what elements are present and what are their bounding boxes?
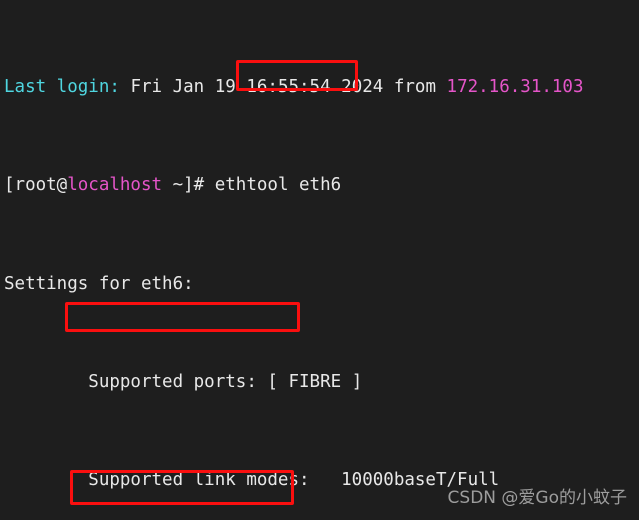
last-login-timestamp: Fri Jan 19 16:55:54 2024 from (119, 76, 447, 97)
command-ethtool: ethtool eth6 (214, 175, 342, 196)
supported-ports-value: [ FIBRE ] (267, 371, 363, 392)
last-login-ip: 172.16.31.103 (446, 76, 584, 97)
line-settings-for: Settings for eth6: (4, 273, 194, 294)
supported-ports-label: Supported ports: (4, 371, 268, 392)
prompt-bracket-close: ~]# (162, 175, 215, 196)
last-login-label: Last login: (4, 76, 120, 97)
line-last-login: Last login: Fri Jan 19 16:55:54 2024 fro… (0, 75, 639, 100)
prompt-bracket-open: [root@ (4, 175, 68, 196)
line-prompt-command: [root@localhost ~]# ethtool eth6 (0, 173, 639, 198)
terminal-output: Last login: Fri Jan 19 16:55:54 2024 fro… (0, 0, 639, 520)
csdn-watermark: CSDN @爱Go的小蚊子 (447, 488, 627, 508)
prompt-hostname: localhost (67, 175, 163, 196)
line-supported-ports: Supported ports: [ FIBRE ] (0, 370, 639, 395)
terminal-window[interactable]: Last login: Fri Jan 19 16:55:54 2024 fro… (0, 0, 639, 520)
